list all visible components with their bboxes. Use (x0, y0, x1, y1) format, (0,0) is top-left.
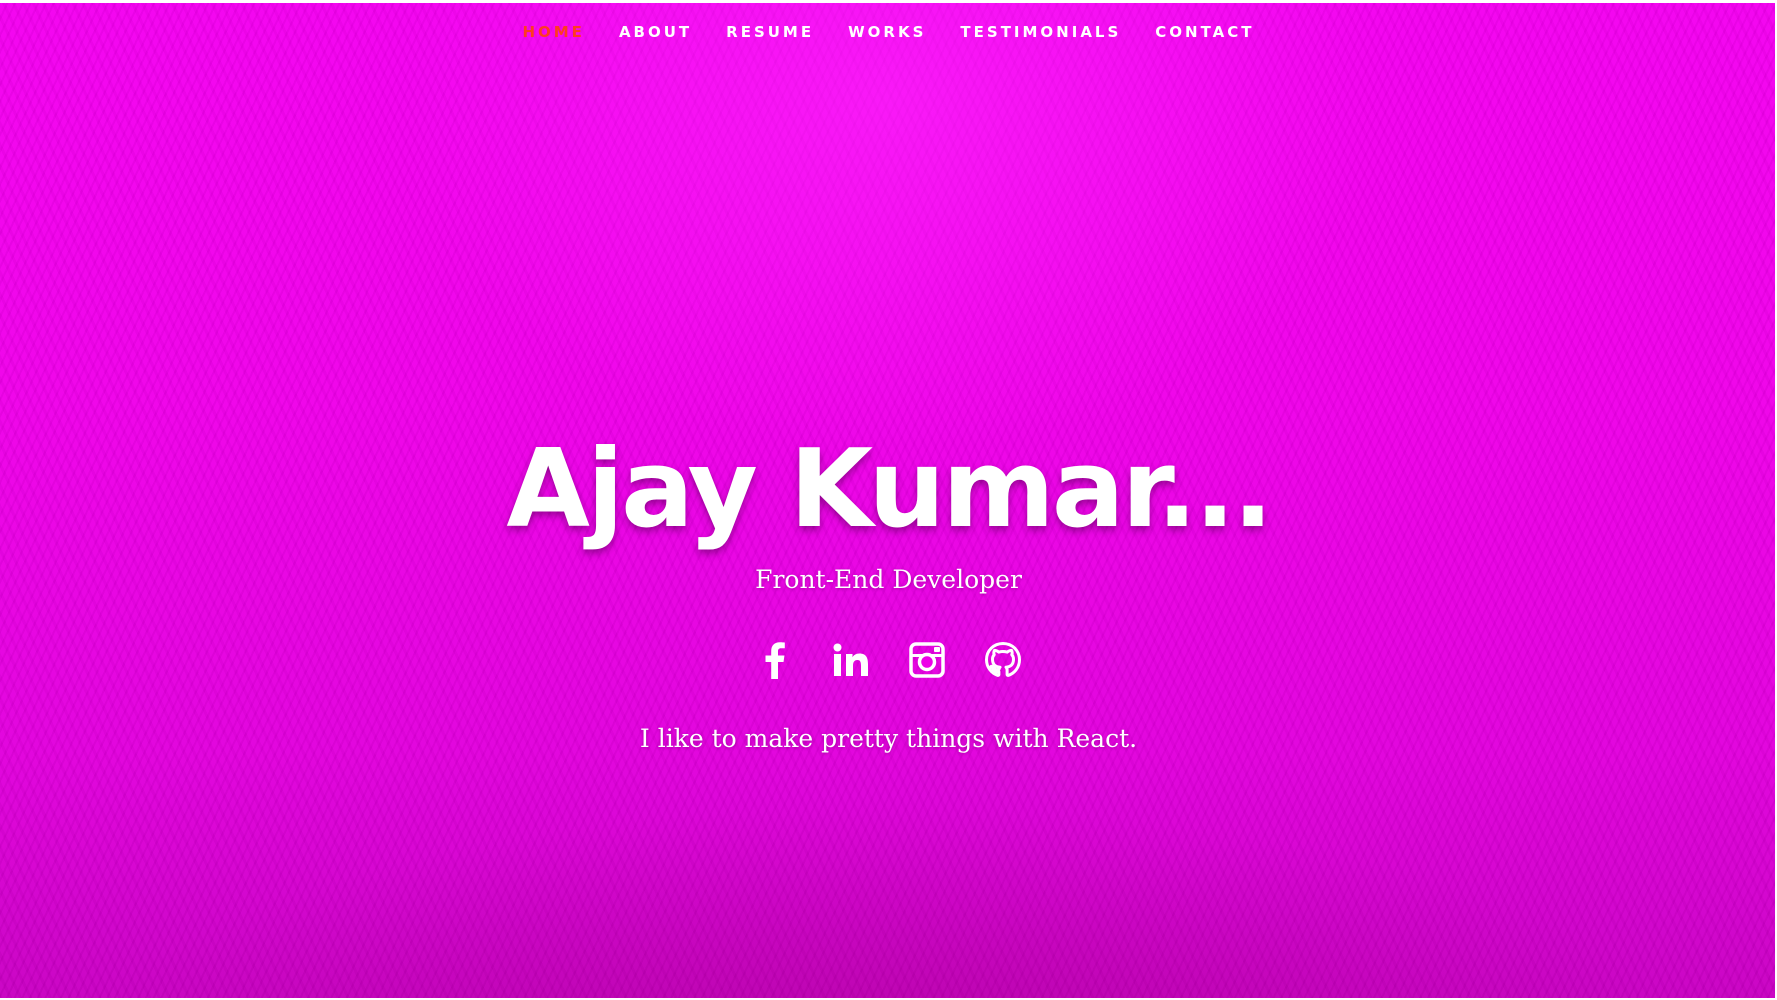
banner-role: Front-End Developer (755, 565, 1022, 594)
social-links (751, 636, 1027, 684)
hero-section: HOME ABOUT RESUME WORKS TESTIMONIALS CON… (0, 0, 1777, 1000)
instagram-icon[interactable] (903, 636, 951, 684)
nav-item-resume[interactable]: RESUME (726, 23, 814, 41)
nav-item-contact[interactable]: CONTACT (1155, 23, 1254, 41)
github-icon[interactable] (979, 636, 1027, 684)
main-nav: HOME ABOUT RESUME WORKS TESTIMONIALS CON… (0, 22, 1777, 41)
linkedin-icon[interactable] (827, 636, 875, 684)
nav-item-home[interactable]: HOME (522, 23, 584, 41)
nav-item-about[interactable]: ABOUT (619, 23, 692, 41)
banner-name: Ajay Kumar... (506, 427, 1273, 552)
nav-list: HOME ABOUT RESUME WORKS TESTIMONIALS CON… (522, 23, 1254, 41)
banner: Ajay Kumar... Front-End Developer I like… (0, 425, 1777, 753)
top-edge (0, 0, 1777, 3)
nav-item-works[interactable]: WORKS (848, 23, 926, 41)
banner-tagline: I like to make pretty things with React. (639, 724, 1138, 753)
facebook-icon[interactable] (751, 636, 799, 684)
nav-item-testimonials[interactable]: TESTIMONIALS (960, 23, 1121, 41)
